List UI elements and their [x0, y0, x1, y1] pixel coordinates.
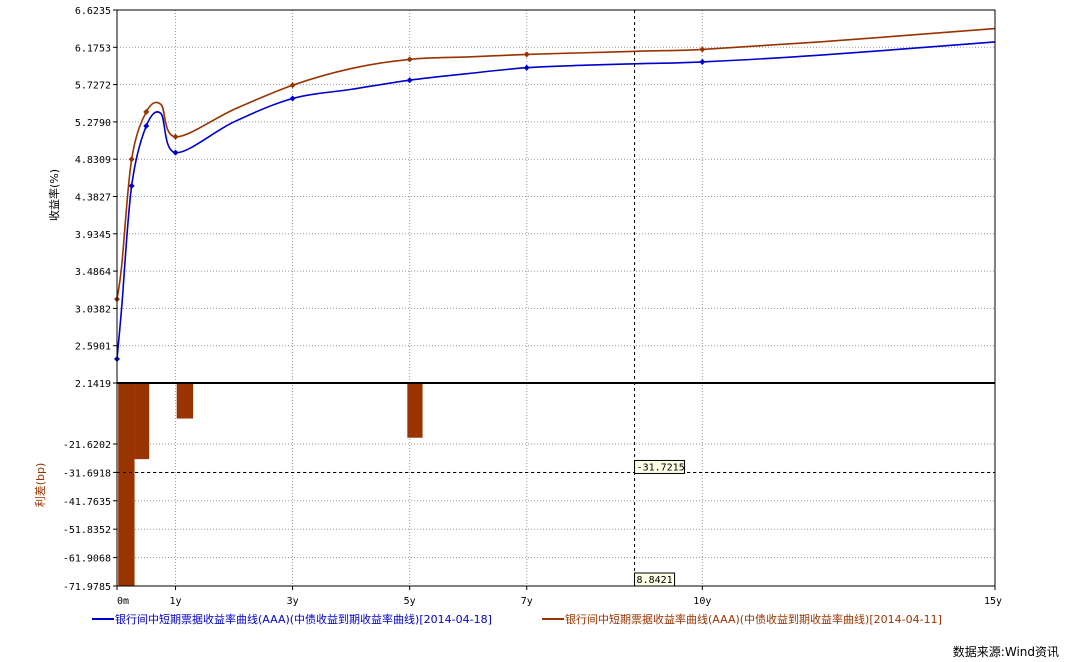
upper-y-tick-label: 6.6235 — [75, 6, 111, 17]
lower-y-ticks: -21.6202 -31.6918 -41.7635 -51.8352 -61.9068… — [63, 440, 117, 593]
x-tick-label: 3y — [287, 596, 299, 607]
spread-bar — [118, 383, 135, 587]
upper-y-tick-label: 3.0382 — [75, 304, 111, 315]
lower-y-tick-label: -41.7635 — [63, 497, 111, 508]
x-tick-label: 10y — [693, 596, 711, 607]
upper-y-axis-title: 收益率(%) — [47, 169, 61, 221]
lower-plot-area — [117, 383, 995, 586]
upper-y-tick-label: 3.4864 — [75, 267, 111, 278]
upper-y-tick-label: 5.2790 — [75, 118, 111, 129]
x-ticks: 0m 1y 3y 5y 7y 10y 15y — [116, 586, 1002, 607]
upper-y-tick-label: 5.7272 — [75, 81, 111, 92]
grid-lines — [117, 10, 995, 586]
legend: 银行间中短期票据收益率曲线(AAA)(中债收益到期收益率曲线)[2014-04-… — [92, 612, 942, 626]
legend-label-blue: 银行间中短期票据收益率曲线(AAA)(中债收益到期收益率曲线)[2014-04-… — [115, 612, 492, 626]
upper-y-tick-label: 6.1753 — [75, 43, 111, 54]
yield-curve-chart: 6.6235 6.1753 5.7272 5.2790 4.8309 4.3827 3.93… — [33, 6, 1002, 626]
crosshair-x-label: 8.8421 — [637, 575, 673, 586]
upper-y-tick-label: 2.5901 — [75, 342, 111, 353]
data-source-note: 数据来源:Wind资讯 — [952, 645, 1059, 659]
legend-label-brown: 银行间中短期票据收益率曲线(AAA)(中债收益到期收益率曲线)[2014-04-… — [565, 612, 942, 626]
x-tick-label: 15y — [984, 596, 1002, 607]
upper-y-tick-label: 4.8309 — [75, 155, 111, 166]
upper-y-ticks: 6.6235 6.1753 5.7272 5.2790 4.8309 4.3827 3.93… — [75, 6, 117, 390]
lower-y-tick-label: -61.9068 — [63, 554, 111, 565]
lower-y-tick-label: -21.6202 — [63, 440, 111, 451]
spread-bar — [134, 383, 150, 460]
spread-bar — [176, 383, 194, 419]
upper-y-tick-label: 4.3827 — [75, 193, 111, 204]
lower-y-tick-label: -51.8352 — [63, 525, 111, 536]
crosshair-y-label: -31.7215 — [637, 462, 685, 473]
x-tick-label: 0m — [117, 596, 129, 607]
upper-y-tick-label: 3.9345 — [75, 230, 111, 241]
x-tick-label: 5y — [404, 596, 416, 607]
x-tick-label: 7y — [521, 596, 533, 607]
spread-bar — [407, 383, 423, 438]
upper-y-tick-label: 2.1419 — [75, 379, 111, 390]
lower-y-tick-label: -71.9785 — [63, 582, 111, 593]
lower-y-tick-label: -31.6918 — [63, 468, 111, 479]
lower-y-axis-title: 利差(bp) — [33, 463, 47, 508]
x-tick-label: 1y — [170, 596, 182, 607]
